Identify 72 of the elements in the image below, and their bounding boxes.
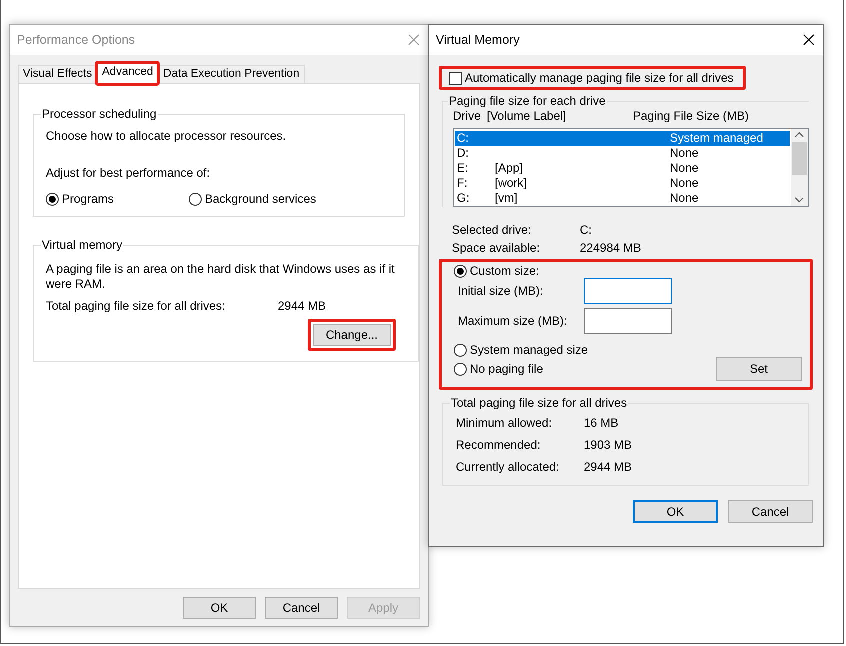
total-value: 2944 MB: [584, 460, 634, 475]
drive-letter: F:: [457, 176, 469, 191]
drive-row[interactable]: D: None: [455, 146, 790, 161]
dialog-button[interactable]: OK: [633, 500, 718, 523]
tab[interactable]: Advanced: [97, 63, 158, 84]
drive-row[interactable]: E: [App] None: [455, 161, 790, 176]
tab[interactable]: Visual Effects: [18, 65, 98, 83]
scroll-down-icon[interactable]: [795, 197, 804, 203]
radio-button[interactable]: [46, 192, 59, 206]
window-title: Virtual Memory: [436, 33, 520, 47]
radio-label[interactable]: System managed size: [470, 343, 588, 357]
field-label: Total paging file size for all drives:: [46, 299, 226, 313]
dialog-button[interactable]: Cancel: [728, 500, 813, 523]
drive-row[interactable]: F: [work] None: [455, 176, 790, 191]
field-label: Adjust for best performance of:: [46, 166, 212, 181]
set-button[interactable]: Set: [716, 357, 802, 381]
radio-label[interactable]: Programs: [62, 192, 114, 206]
close-icon[interactable]: [803, 34, 815, 46]
drive-row[interactable]: C: System managed: [455, 131, 790, 146]
field-value: 2944 MB: [278, 299, 326, 313]
volume-label: [vm]: [495, 191, 519, 206]
tab[interactable]: Data Execution Prevention: [158, 65, 305, 83]
column-header: Drive: [453, 109, 482, 124]
drive-letter: G:: [457, 191, 471, 206]
total-value: 16 MB: [584, 416, 620, 431]
volume-label: [App]: [495, 161, 524, 176]
paging-size: None: [670, 191, 700, 206]
total-label: Minimum allowed:: [456, 416, 554, 431]
scroll-up-icon[interactable]: [795, 132, 804, 138]
info-label: Selected drive:: [452, 223, 532, 238]
drive-letter: D:: [457, 146, 470, 161]
radio-label[interactable]: No paging file: [470, 362, 544, 376]
radio-button[interactable]: [454, 362, 467, 376]
scrollbar[interactable]: [791, 129, 808, 206]
paging-size: None: [670, 146, 700, 161]
column-header: [Volume Label]: [487, 109, 568, 124]
column-header: Paging File Size (MB): [633, 109, 750, 124]
change-button[interactable]: Change...: [313, 324, 391, 346]
group-title: Total paging file size for all drives: [450, 396, 628, 410]
total-value: 1903 MB: [584, 438, 634, 453]
radio-label[interactable]: Custom size:: [470, 264, 540, 278]
group-title: Processor scheduling: [41, 107, 158, 121]
paging-size: System managed: [670, 131, 764, 146]
radio-button[interactable]: [454, 344, 467, 356]
group-title: Virtual memory: [41, 238, 124, 252]
drive-list[interactable]: C: System managed D: None E: [App] None F: [work] None G: [vm] None: [453, 128, 809, 207]
size-input[interactable]: [584, 308, 672, 334]
description-text: A paging file is an area on the hard disk that Windows uses as if it were RAM.: [46, 262, 396, 292]
info-value: C:: [580, 223, 593, 238]
volume-label: [work]: [495, 176, 528, 191]
total-label: Currently allocated:: [456, 460, 560, 475]
info-label: Space available:: [452, 241, 542, 256]
drive-letter: C:: [457, 131, 470, 146]
dialog-button[interactable]: OK: [183, 597, 256, 619]
paging-size: None: [670, 176, 700, 191]
description-text: Choose how to allocate processor resources.: [46, 129, 288, 144]
info-value: 224984 MB: [580, 241, 642, 256]
radio-label[interactable]: Background services: [205, 192, 316, 206]
window-title: Performance Options: [17, 33, 136, 47]
group-title: Paging file size for each drive: [448, 94, 607, 108]
radio-button[interactable]: [454, 264, 467, 278]
field-label: Initial size (MB):: [458, 284, 544, 298]
field-label: Maximum size (MB):: [458, 314, 568, 328]
checkbox[interactable]: [449, 72, 462, 84]
dialog-button[interactable]: Cancel: [265, 597, 338, 619]
size-input[interactable]: [584, 278, 672, 304]
drive-row[interactable]: G: [vm] None: [455, 191, 790, 206]
checkbox-label[interactable]: Automatically manage paging file size for all drives: [465, 71, 734, 85]
paging-size: None: [670, 161, 700, 176]
radio-button[interactable]: [189, 192, 202, 206]
drive-letter: E:: [457, 161, 470, 176]
total-label: Recommended:: [456, 438, 542, 453]
